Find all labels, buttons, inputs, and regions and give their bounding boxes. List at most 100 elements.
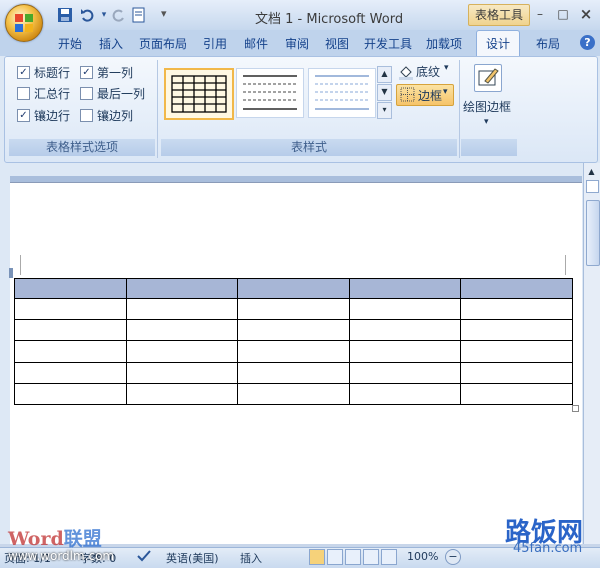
table-style-light-shading[interactable] xyxy=(236,68,304,118)
print-preview-icon[interactable] xyxy=(131,7,147,23)
print-layout-view-icon[interactable] xyxy=(309,549,325,565)
table-cell[interactable] xyxy=(14,340,127,363)
table-cell[interactable] xyxy=(348,361,462,384)
last-column-checkbox[interactable] xyxy=(80,87,93,100)
tab-view[interactable]: 视图 xyxy=(319,33,355,55)
banded-rows-checkbox[interactable]: ✓ xyxy=(17,109,30,122)
tab-layout[interactable]: 布局 xyxy=(528,33,568,55)
table-cell[interactable] xyxy=(348,340,462,363)
border-dropdown-icon[interactable]: ▾ xyxy=(443,87,448,97)
table-cell[interactable] xyxy=(348,277,462,300)
shading-dropdown-icon[interactable]: ▾ xyxy=(444,63,449,73)
border-button[interactable]: 边框 ▾ xyxy=(396,84,454,106)
table-cell[interactable] xyxy=(460,382,573,406)
tab-developer[interactable]: 开发工具 xyxy=(360,33,416,55)
table-header-row[interactable] xyxy=(14,277,573,300)
border-label: 边框 xyxy=(418,89,443,103)
help-icon[interactable]: ? xyxy=(580,35,595,50)
first-column-checkbox[interactable]: ✓ xyxy=(80,66,93,79)
tab-add-ins[interactable]: 加载项 xyxy=(421,33,467,55)
gallery-more-icon[interactable]: ▾ xyxy=(377,102,392,119)
tab-review[interactable]: 审阅 xyxy=(279,33,315,55)
table-cell[interactable] xyxy=(237,340,350,363)
zoom-out-icon[interactable]: − xyxy=(445,549,461,565)
tab-page-layout[interactable]: 页面布局 xyxy=(135,33,191,55)
ruler-toggle-icon[interactable] xyxy=(586,180,599,193)
proofing-icon[interactable] xyxy=(136,549,152,566)
draw-borders-dropdown-icon[interactable]: ▾ xyxy=(484,117,489,127)
table-cell[interactable] xyxy=(125,319,239,342)
table-cell[interactable] xyxy=(125,277,239,300)
document-table[interactable] xyxy=(14,277,573,406)
tab-mailings[interactable]: 邮件 xyxy=(238,33,274,55)
undo-icon[interactable] xyxy=(80,7,96,23)
table-cell[interactable] xyxy=(460,340,573,363)
office-button[interactable] xyxy=(5,4,43,42)
table-cell[interactable] xyxy=(460,277,573,300)
draft-view-icon[interactable] xyxy=(381,549,397,565)
table-cell[interactable] xyxy=(237,319,350,342)
table-style-light-blue[interactable] xyxy=(308,68,376,118)
group-divider xyxy=(157,60,158,158)
table-cell[interactable] xyxy=(125,382,239,406)
outline-view-icon[interactable] xyxy=(363,549,379,565)
qat-customize-icon[interactable]: ▾ xyxy=(161,7,167,20)
zoom-level[interactable]: 100% xyxy=(407,550,438,563)
tab-references[interactable]: 引用 xyxy=(197,33,233,55)
table-cell[interactable] xyxy=(125,298,239,321)
table-cell[interactable] xyxy=(125,340,239,363)
table-row[interactable] xyxy=(14,319,573,342)
table-cell[interactable] xyxy=(14,382,127,406)
table-row[interactable] xyxy=(14,298,573,321)
group-label-style-options: 表格样式选项 xyxy=(9,139,155,156)
table-cell[interactable] xyxy=(348,298,462,321)
table-cell[interactable] xyxy=(460,298,573,321)
table-row[interactable] xyxy=(14,361,573,384)
scroll-thumb[interactable] xyxy=(586,200,600,266)
total-row-checkbox[interactable] xyxy=(17,87,30,100)
insert-mode-indicator[interactable]: 插入 xyxy=(240,550,262,566)
table-cell[interactable] xyxy=(14,361,127,384)
gallery-scroll-down-icon[interactable]: ▼ xyxy=(377,84,392,101)
table-cell[interactable] xyxy=(460,361,573,384)
minimize-button[interactable]: – xyxy=(529,6,551,22)
draw-table-pencil-icon xyxy=(474,64,502,92)
table-cell[interactable] xyxy=(14,319,127,342)
paint-bucket-icon xyxy=(399,66,413,80)
indent-marker[interactable] xyxy=(9,268,13,278)
table-cell[interactable] xyxy=(348,319,462,342)
tab-home[interactable]: 开始 xyxy=(52,33,88,55)
scroll-up-icon[interactable]: ▲ xyxy=(586,166,597,177)
word-watermark-site: www.wordlm.com xyxy=(8,549,115,563)
table-cell[interactable] xyxy=(237,277,350,300)
header-row-checkbox[interactable]: ✓ xyxy=(17,66,30,79)
table-cell[interactable] xyxy=(237,298,350,321)
table-cell[interactable] xyxy=(237,382,350,406)
first-column-label: 第一列 xyxy=(97,66,134,80)
maximize-button[interactable]: □ xyxy=(552,6,574,22)
language-indicator[interactable]: 英语(美国) xyxy=(166,550,219,566)
web-layout-view-icon[interactable] xyxy=(345,549,361,565)
tab-insert[interactable]: 插入 xyxy=(93,33,129,55)
table-row[interactable] xyxy=(14,382,573,406)
table-cell[interactable] xyxy=(125,361,239,384)
banded-columns-checkbox[interactable] xyxy=(80,109,93,122)
full-screen-reading-view-icon[interactable] xyxy=(327,549,343,565)
close-button[interactable]: × xyxy=(575,6,597,22)
table-cell[interactable] xyxy=(348,382,462,406)
header-row-label: 标题行 xyxy=(34,66,71,80)
tab-design[interactable]: 设计 xyxy=(476,30,520,57)
table-cell[interactable] xyxy=(237,361,350,384)
site-watermark-domain: 45fan.com xyxy=(513,541,583,556)
table-cell[interactable] xyxy=(14,298,127,321)
table-cell[interactable] xyxy=(14,277,127,300)
gallery-scroll-up-icon[interactable]: ▲ xyxy=(377,66,392,83)
save-icon[interactable] xyxy=(57,7,73,23)
redo-icon[interactable] xyxy=(110,7,126,23)
table-row[interactable] xyxy=(14,340,573,363)
window-title: 文档 1 - Microsoft Word xyxy=(255,12,404,27)
table-resize-handle[interactable] xyxy=(572,405,579,412)
last-column-label: 最后一列 xyxy=(97,87,146,101)
table-style-grid[interactable] xyxy=(164,68,234,120)
table-cell[interactable] xyxy=(460,319,573,342)
